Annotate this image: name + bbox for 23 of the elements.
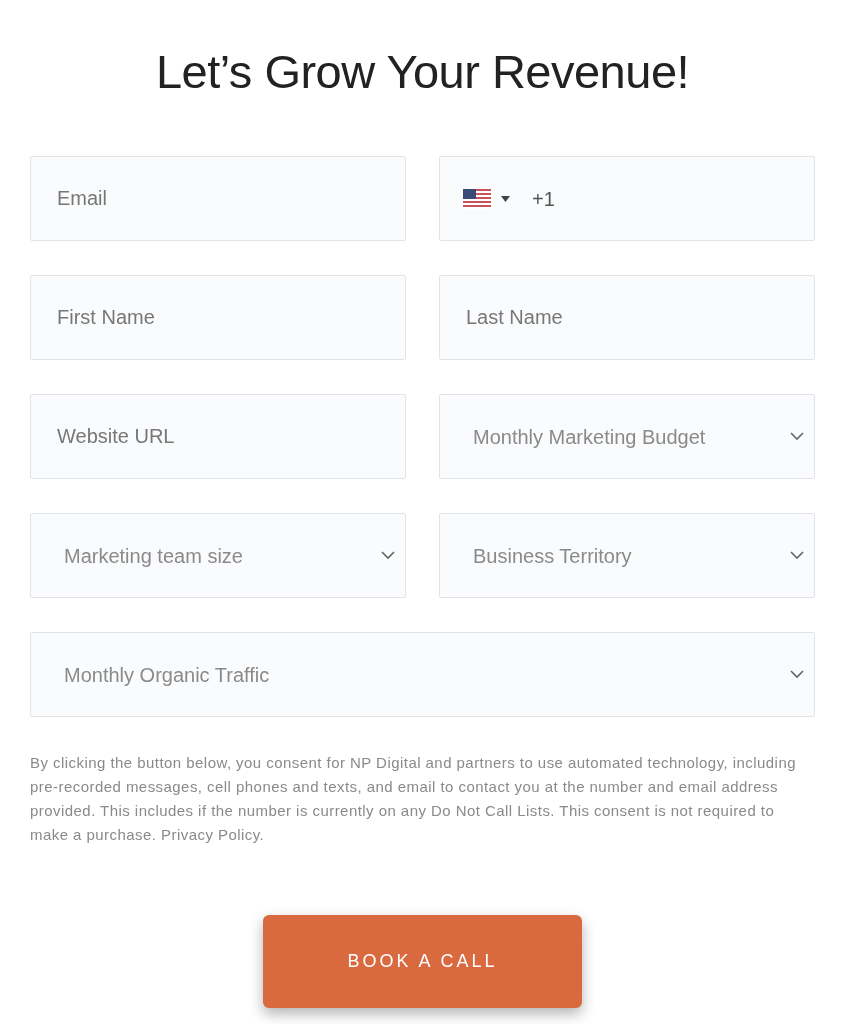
dropdown-field[interactable]: Monthly Marketing Budget: [439, 394, 815, 479]
dropdown-placeholder: Business Territory: [473, 543, 632, 569]
input-field[interactable]: Last Name: [439, 275, 815, 360]
chevron-down-icon: [381, 551, 395, 560]
dropdown-field[interactable]: Monthly Organic Traffic: [30, 632, 815, 717]
chevron-down-icon: [790, 432, 804, 441]
book-call-button[interactable]: BOOK A CALL: [263, 915, 582, 1008]
input-field[interactable]: First Name: [30, 275, 406, 360]
dropdown-placeholder: Marketing team size: [64, 543, 243, 569]
flag-icon[interactable]: [463, 188, 491, 209]
consent-text: By clicking the button below, you consent for NP Digital and partners to use automated technology, including pre-recorded messages, cell phones and texts, and email to contact you at the number and email address provided. This includes if the number is currently on any Do Not Call Lists. This consent is not required to make a purchase. Privacy Policy.: [30, 753, 797, 845]
phone-field[interactable]: +1: [439, 156, 815, 241]
dropdown-field[interactable]: Business Territory: [439, 513, 815, 598]
phone-value: +1: [532, 186, 555, 212]
chevron-down-icon: [790, 551, 804, 560]
dropdown-placeholder: Monthly Organic Traffic: [64, 662, 270, 688]
dropdown-arrow-icon[interactable]: [501, 195, 510, 202]
dropdown-placeholder: Monthly Marketing Budget: [473, 424, 706, 450]
dropdown-field[interactable]: Marketing team size: [30, 513, 406, 598]
page-heading: Let’s Grow Your Revenue!: [155, 44, 690, 100]
chevron-down-icon: [790, 670, 804, 679]
input-field[interactable]: Website URL: [30, 394, 406, 479]
input-field[interactable]: Email: [30, 156, 406, 241]
